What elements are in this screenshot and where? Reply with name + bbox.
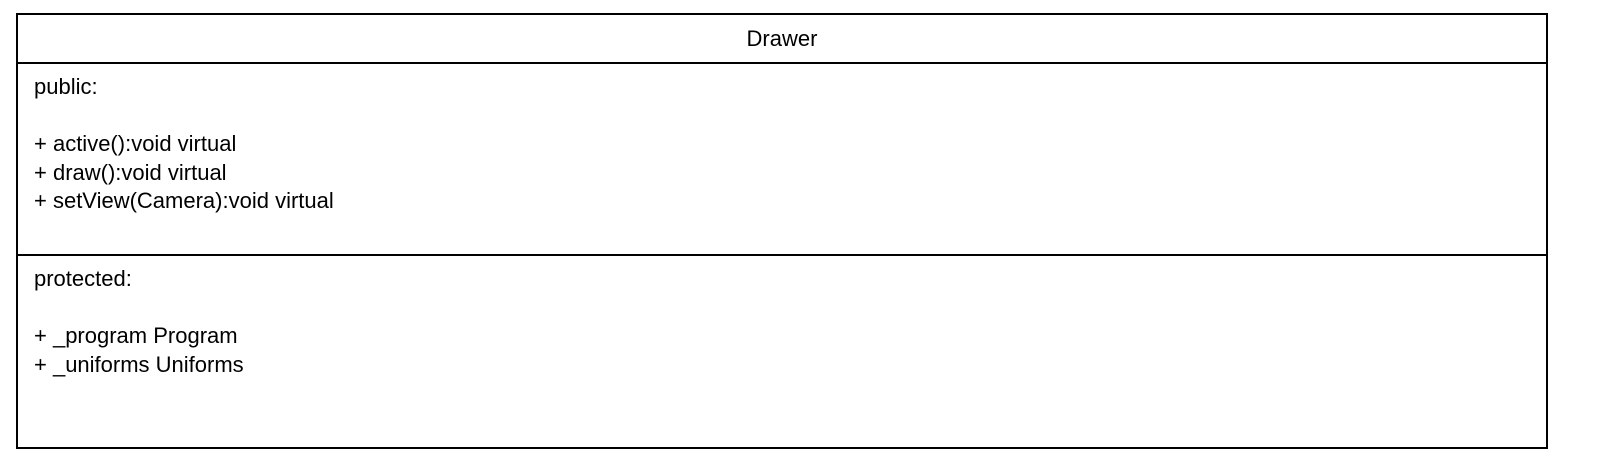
protected-section: protected: + _program Program + _uniform… <box>18 256 1546 447</box>
class-name: Drawer <box>746 25 818 51</box>
attribute-uniforms: + _uniforms Uniforms <box>34 351 244 377</box>
method-active: + active():void virtual <box>34 131 237 156</box>
method-draw: + draw():void virtual <box>34 159 227 185</box>
uml-class-box: Drawer public: + active():void virtual +… <box>16 13 1548 449</box>
protected-section-title: protected: <box>34 266 132 291</box>
attribute-program: + _program Program <box>34 323 238 348</box>
method-setview: + setView(Camera):void virtual <box>34 188 334 213</box>
public-section: public: + active():void virtual + draw()… <box>18 64 1546 256</box>
public-section-title: public: <box>34 74 98 99</box>
class-name-header: Drawer <box>18 15 1546 64</box>
